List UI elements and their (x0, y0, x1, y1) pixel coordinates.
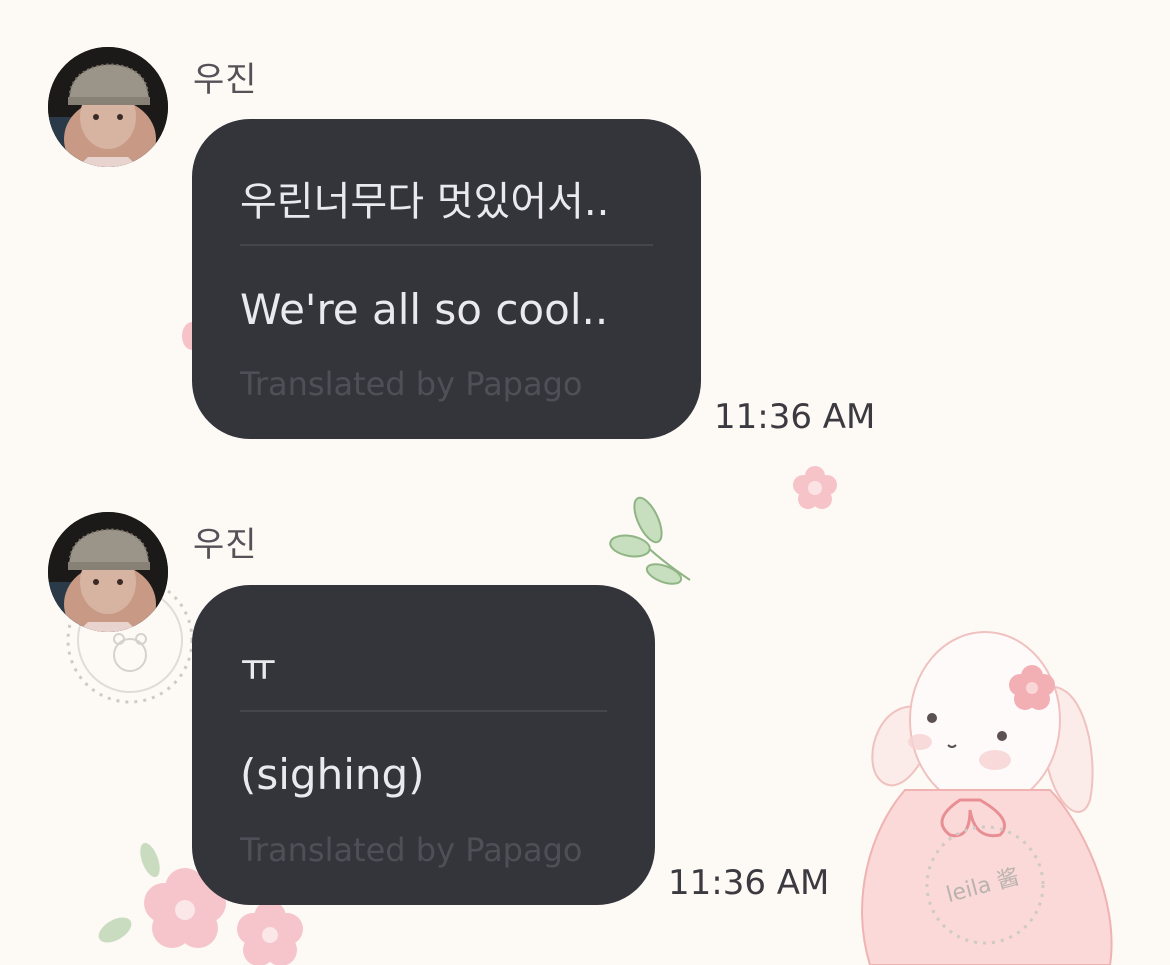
translation-credit: Translated by Papago (240, 365, 583, 403)
message-timestamp: 11:36 AM (668, 863, 830, 903)
translated-message-text: We're all so cool.. (240, 285, 609, 334)
profile-photo-icon (48, 47, 168, 167)
message-bubble[interactable]: ㅠ (sighing) Translated by Papago (192, 585, 655, 905)
sender-name: 우진 (193, 60, 258, 100)
profile-photo-icon (48, 512, 168, 632)
translated-message-text: (sighing) (240, 750, 425, 799)
divider (240, 244, 653, 246)
message-group: 우진 우린너무다 멋있어서.. We're all so cool.. Tran… (0, 0, 1170, 460)
avatar[interactable] (48, 47, 168, 167)
original-message-text: ㅠ (240, 645, 277, 691)
original-message-text: 우린너무다 멋있어서.. (240, 179, 610, 225)
message-bubble[interactable]: 우린너무다 멋있어서.. We're all so cool.. Transla… (192, 119, 701, 439)
divider (240, 710, 607, 712)
translation-credit: Translated by Papago (240, 831, 583, 869)
message-timestamp: 11:36 AM (714, 397, 876, 437)
sender-name: 우진 (193, 525, 258, 565)
avatar[interactable] (48, 512, 168, 632)
